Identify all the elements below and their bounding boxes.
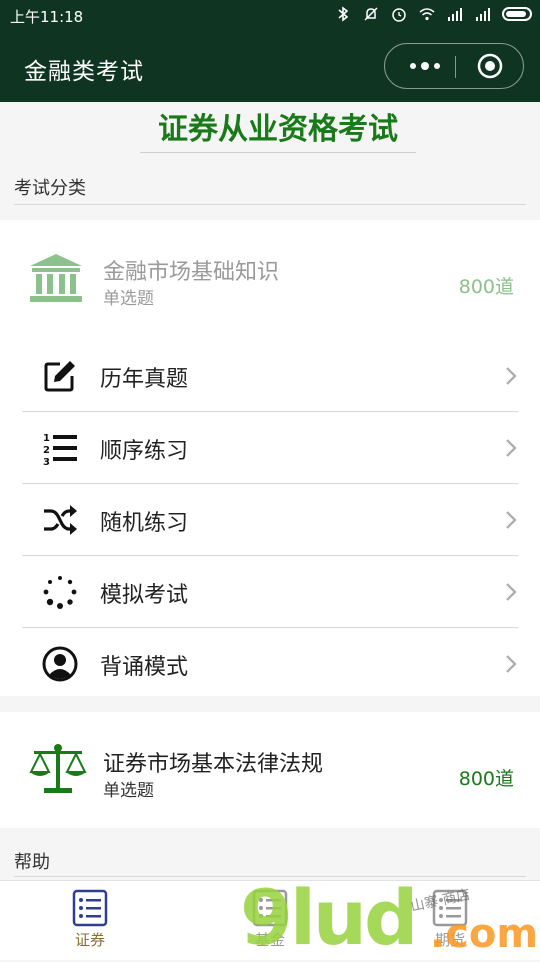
chevron-right-icon (506, 655, 517, 673)
close-target-icon[interactable] (477, 53, 503, 79)
menu-item-sequential-practice[interactable]: 1 2 3 顺序练习 (22, 412, 518, 484)
divider (14, 876, 526, 877)
tab-label: 证券 (74, 931, 105, 949)
user-circle-icon (42, 646, 78, 682)
signal-icon-2 (476, 8, 490, 21)
divider (14, 204, 526, 205)
question-count: 800道 (458, 768, 514, 790)
tab-label: 基金 (254, 931, 285, 949)
banner-title: 证券从业资格考试 (140, 108, 416, 153)
status-icons (334, 5, 532, 23)
nav-bar: 金融类考试 (0, 30, 540, 102)
chevron-right-icon (506, 439, 517, 457)
tab-label: 期货 (434, 931, 465, 949)
capsule-divider (455, 56, 456, 78)
more-dots-icon[interactable] (405, 54, 445, 78)
menu-item-label: 顺序练习 (100, 439, 189, 464)
subject-header-1[interactable]: 金融市场基础知识 单选题 800道 (0, 220, 540, 340)
list-doc-icon (72, 889, 108, 927)
ordered-list-icon: 1 2 3 (43, 433, 77, 466)
bank-icon (30, 254, 82, 302)
signal-icon (448, 8, 462, 21)
shuffle-icon (44, 505, 77, 535)
alarm-icon (392, 8, 406, 22)
status-time: 上午11:18 (10, 8, 84, 26)
subject-type: 单选题 (103, 289, 154, 309)
question-count: 800道 (458, 276, 514, 298)
status-bar: 上午11:18 (0, 0, 540, 30)
svg-text:3: 3 (43, 457, 50, 466)
subject-name: 金融市场基础知识 (103, 260, 280, 285)
wifi-icon (419, 8, 435, 21)
tab-bar: 证券 基金 期货 (0, 880, 540, 960)
chevron-right-icon (506, 511, 517, 529)
mute-icon (364, 7, 378, 21)
section-help-title: 帮助 (14, 852, 50, 873)
subject-type: 单选题 (103, 781, 154, 801)
spinner-icon (43, 576, 77, 609)
menu-item-label: 随机练习 (100, 511, 189, 536)
menu-item-past-exams[interactable]: 历年真题 (22, 340, 518, 412)
menu-item-label: 历年真题 (100, 367, 189, 392)
subject-card-1: 金融市场基础知识 单选题 800道 历年真题 1 2 3 顺序练习 随机练习 模… (0, 220, 540, 696)
list-doc-icon (432, 889, 468, 927)
menu-item-label: 模拟考试 (100, 583, 189, 608)
battery-icon (502, 7, 532, 21)
subject-card-2[interactable]: 证券市场基本法律法规 单选题 800道 (0, 712, 540, 828)
tab-futures[interactable]: 期货 (390, 887, 510, 957)
list-doc-icon (252, 889, 288, 927)
svg-text:2: 2 (43, 445, 50, 456)
section-category-title: 考试分类 (14, 178, 86, 199)
banner: 证券从业资格考试 (0, 102, 540, 158)
menu-item-mock-exam[interactable]: 模拟考试 (22, 556, 518, 628)
menu-item-random-practice[interactable]: 随机练习 (22, 484, 518, 556)
scales-icon (29, 744, 87, 793)
page-title: 金融类考试 (24, 59, 144, 85)
chevron-right-icon (506, 367, 517, 385)
chevron-right-icon (506, 583, 517, 601)
edit-icon (44, 361, 75, 392)
tab-securities[interactable]: 证券 (30, 887, 150, 957)
menu-item-recite-mode[interactable]: 背诵模式 (22, 628, 518, 700)
tab-funds[interactable]: 基金 (210, 887, 330, 957)
subject-name: 证券市场基本法律法规 (103, 752, 324, 777)
menu-item-label: 背诵模式 (100, 655, 189, 680)
svg-text:1: 1 (43, 433, 50, 444)
mini-program-capsule (384, 43, 524, 89)
bluetooth-icon (338, 6, 349, 22)
